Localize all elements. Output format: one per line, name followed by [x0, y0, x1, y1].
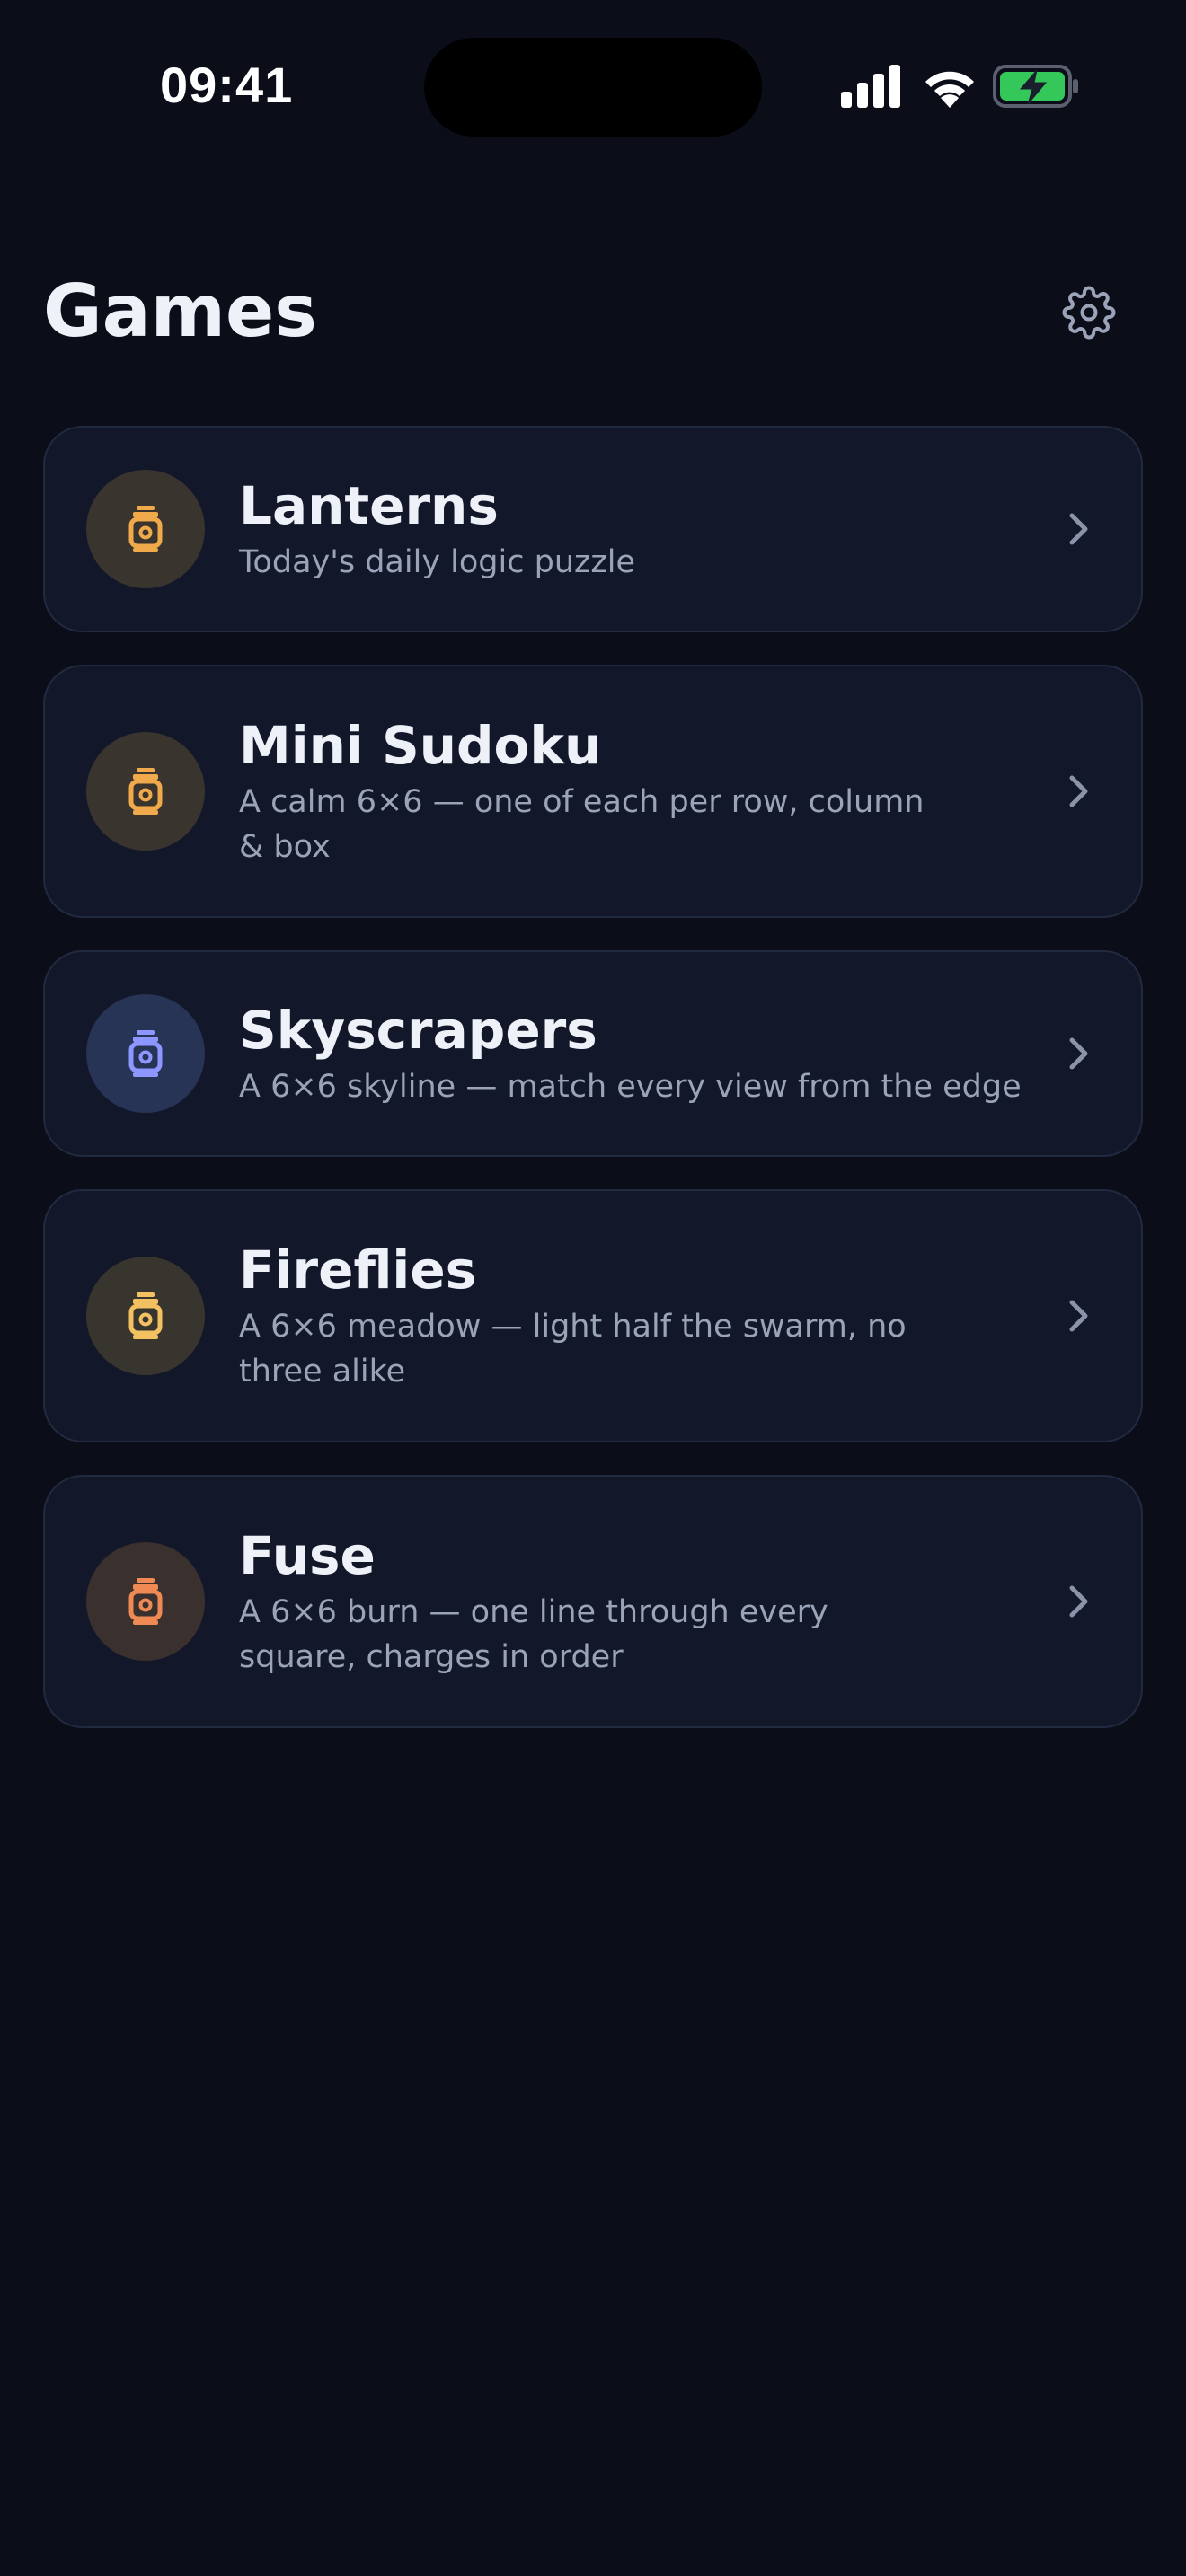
header: Games — [43, 260, 1143, 368]
battery-charging-icon — [993, 65, 1078, 108]
game-icon-badge — [86, 1257, 205, 1375]
chevron-right-icon — [1069, 1037, 1088, 1070]
lantern-icon — [128, 1030, 163, 1077]
chevron-right-icon — [1069, 513, 1088, 545]
chevron-right-icon — [1069, 1585, 1088, 1618]
game-card-lanterns[interactable]: Lanterns Today's daily logic puzzle — [43, 426, 1143, 632]
game-title: Mini Sudoku — [239, 715, 602, 776]
chevron-right-icon — [1069, 1300, 1088, 1332]
game-title: Fuse — [239, 1525, 376, 1586]
page-title: Games — [43, 269, 317, 353]
game-list: Lanterns Today's daily logic puzzle Mini… — [43, 426, 1143, 1760]
game-card-skyscrapers[interactable]: Skyscrapers A 6×6 skyline — match every … — [43, 950, 1143, 1157]
game-card-mini-sudoku[interactable]: Mini Sudoku A calm 6×6 — one of each per… — [43, 665, 1143, 918]
lantern-icon — [128, 768, 163, 815]
lantern-icon — [128, 506, 163, 552]
dynamic-island — [424, 38, 762, 137]
game-icon-badge — [86, 1542, 205, 1661]
lantern-icon — [128, 1292, 163, 1339]
game-description: A 6×6 meadow — light half the swarm, no … — [239, 1309, 907, 1389]
lantern-icon — [128, 1578, 163, 1625]
game-icon-badge — [86, 470, 205, 588]
status-bar: 09:41 — [0, 0, 1186, 171]
game-text: Lanterns Today's daily logic puzzle — [239, 473, 1006, 585]
game-description: A calm 6×6 — one of each per row, column… — [239, 784, 925, 865]
game-title: Fireflies — [239, 1239, 477, 1301]
game-card-fuse[interactable]: Fuse A 6×6 burn — one line through every… — [43, 1475, 1143, 1728]
game-text: Skyscrapers A 6×6 skyline — match every … — [239, 998, 1022, 1109]
settings-button[interactable] — [1057, 280, 1121, 345]
game-description: Today's daily logic puzzle — [239, 544, 636, 580]
game-icon-badge — [86, 732, 205, 851]
chevron-right-icon — [1069, 775, 1088, 807]
wifi-icon — [925, 71, 974, 108]
game-icon-badge — [86, 994, 205, 1113]
game-text: Mini Sudoku A calm 6×6 — one of each per… — [239, 713, 1006, 869]
game-text: Fuse A 6×6 burn — one line through every… — [239, 1523, 1006, 1680]
gear-icon — [1062, 286, 1116, 340]
cellular-signal-icon — [841, 65, 900, 108]
game-description: A 6×6 burn — one line through every squa… — [239, 1594, 828, 1675]
game-title: Skyscrapers — [239, 1000, 597, 1061]
game-card-fireflies[interactable]: Fireflies A 6×6 meadow — light half the … — [43, 1189, 1143, 1442]
game-description: A 6×6 skyline — match every view from th… — [239, 1069, 1022, 1105]
status-time: 09:41 — [160, 57, 294, 113]
game-title: Lanterns — [239, 475, 499, 536]
game-text: Fireflies A 6×6 meadow — light half the … — [239, 1238, 1006, 1394]
